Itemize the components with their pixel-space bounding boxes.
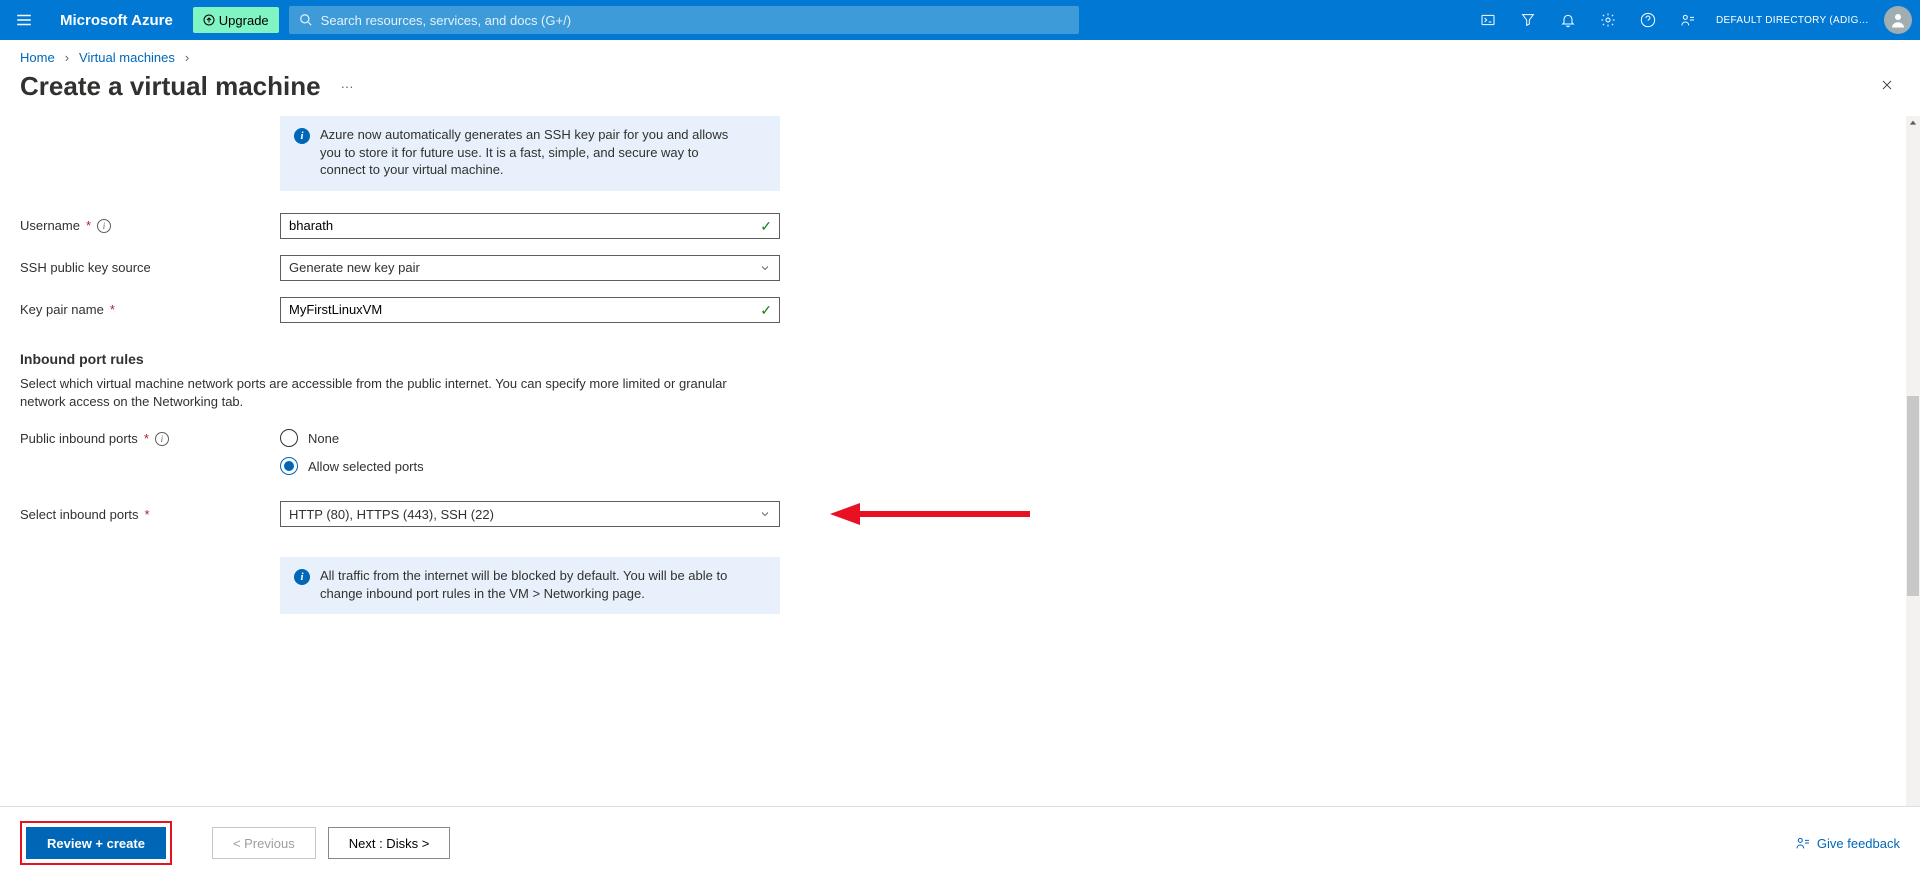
more-actions-button[interactable]: ··· bbox=[337, 75, 358, 98]
radio-none-label: None bbox=[308, 431, 339, 446]
valid-check-icon: ✓ bbox=[760, 302, 772, 319]
info-ssh-text: Azure now automatically generates an SSH… bbox=[320, 126, 740, 179]
cloud-shell-icon[interactable] bbox=[1468, 0, 1508, 40]
feedback-label: Give feedback bbox=[1817, 836, 1900, 851]
annotation-arrow-icon bbox=[830, 501, 1030, 530]
annotation-highlight-box: Review + create bbox=[20, 821, 172, 865]
feedback-icon[interactable] bbox=[1668, 0, 1708, 40]
settings-icon[interactable] bbox=[1588, 0, 1628, 40]
account-menu[interactable]: DEFAULT DIRECTORY (ADIGOPUL... bbox=[1708, 0, 1920, 40]
scroll-up-icon[interactable] bbox=[1907, 116, 1919, 130]
info-ssh-keypair: i Azure now automatically generates an S… bbox=[280, 116, 780, 191]
chevron-right-icon: › bbox=[65, 50, 69, 65]
radio-allow-selected[interactable]: Allow selected ports bbox=[280, 457, 780, 475]
info-icon: i bbox=[294, 569, 310, 585]
radio-none[interactable]: None bbox=[280, 429, 780, 447]
vertical-scrollbar[interactable] bbox=[1906, 116, 1920, 806]
keypair-input[interactable] bbox=[280, 297, 780, 323]
info-traffic-text: All traffic from the internet will be bl… bbox=[320, 567, 740, 602]
scrollbar-thumb[interactable] bbox=[1907, 396, 1919, 596]
valid-check-icon: ✓ bbox=[760, 218, 772, 235]
ssh-source-value: Generate new key pair bbox=[289, 260, 420, 275]
public-ports-label: Public inbound ports bbox=[20, 431, 138, 446]
required-asterisk: * bbox=[144, 431, 149, 446]
breadcrumb: Home › Virtual machines › bbox=[0, 40, 1920, 65]
hamburger-menu[interactable] bbox=[0, 0, 48, 40]
ssh-source-label: SSH public key source bbox=[20, 260, 151, 275]
global-search[interactable] bbox=[289, 6, 1079, 34]
next-button[interactable]: Next : Disks > bbox=[328, 827, 451, 859]
close-blade-button[interactable] bbox=[1874, 72, 1900, 101]
ssh-source-dropdown[interactable]: Generate new key pair bbox=[280, 255, 780, 281]
info-tooltip-icon[interactable]: i bbox=[97, 219, 111, 233]
avatar-icon bbox=[1884, 6, 1912, 34]
inbound-heading: Inbound port rules bbox=[20, 351, 1886, 367]
inbound-ports-dropdown[interactable]: HTTP (80), HTTPS (443), SSH (22) bbox=[280, 501, 780, 527]
select-ports-label: Select inbound ports bbox=[20, 507, 139, 522]
breadcrumb-home[interactable]: Home bbox=[20, 50, 55, 65]
review-create-button[interactable]: Review + create bbox=[26, 827, 166, 859]
help-icon[interactable] bbox=[1628, 0, 1668, 40]
page-title: Create a virtual machine bbox=[20, 71, 321, 102]
directory-name: DEFAULT DIRECTORY (ADIGOPUL... bbox=[1716, 15, 1876, 26]
info-traffic-blocked: i All traffic from the internet will be … bbox=[280, 557, 780, 614]
info-icon: i bbox=[294, 128, 310, 144]
upgrade-label: Upgrade bbox=[219, 13, 269, 28]
username-input[interactable] bbox=[280, 213, 780, 239]
required-asterisk: * bbox=[145, 507, 150, 522]
search-input[interactable] bbox=[321, 13, 1069, 28]
inbound-description: Select which virtual machine network por… bbox=[20, 375, 750, 411]
inbound-ports-value: HTTP (80), HTTPS (443), SSH (22) bbox=[289, 507, 494, 522]
required-asterisk: * bbox=[110, 302, 115, 317]
keypair-label: Key pair name bbox=[20, 302, 104, 317]
give-feedback-link[interactable]: Give feedback bbox=[1795, 835, 1900, 851]
breadcrumb-vms[interactable]: Virtual machines bbox=[79, 50, 175, 65]
required-asterisk: * bbox=[86, 218, 91, 233]
username-label: Username bbox=[20, 218, 80, 233]
notifications-icon[interactable] bbox=[1548, 0, 1588, 40]
upgrade-button[interactable]: Upgrade bbox=[193, 7, 279, 33]
directories-filter-icon[interactable] bbox=[1508, 0, 1548, 40]
chevron-right-icon: › bbox=[185, 50, 189, 65]
radio-allow-label: Allow selected ports bbox=[308, 459, 424, 474]
brand-logo[interactable]: Microsoft Azure bbox=[48, 12, 185, 29]
info-tooltip-icon[interactable]: i bbox=[155, 432, 169, 446]
previous-button: < Previous bbox=[212, 827, 316, 859]
